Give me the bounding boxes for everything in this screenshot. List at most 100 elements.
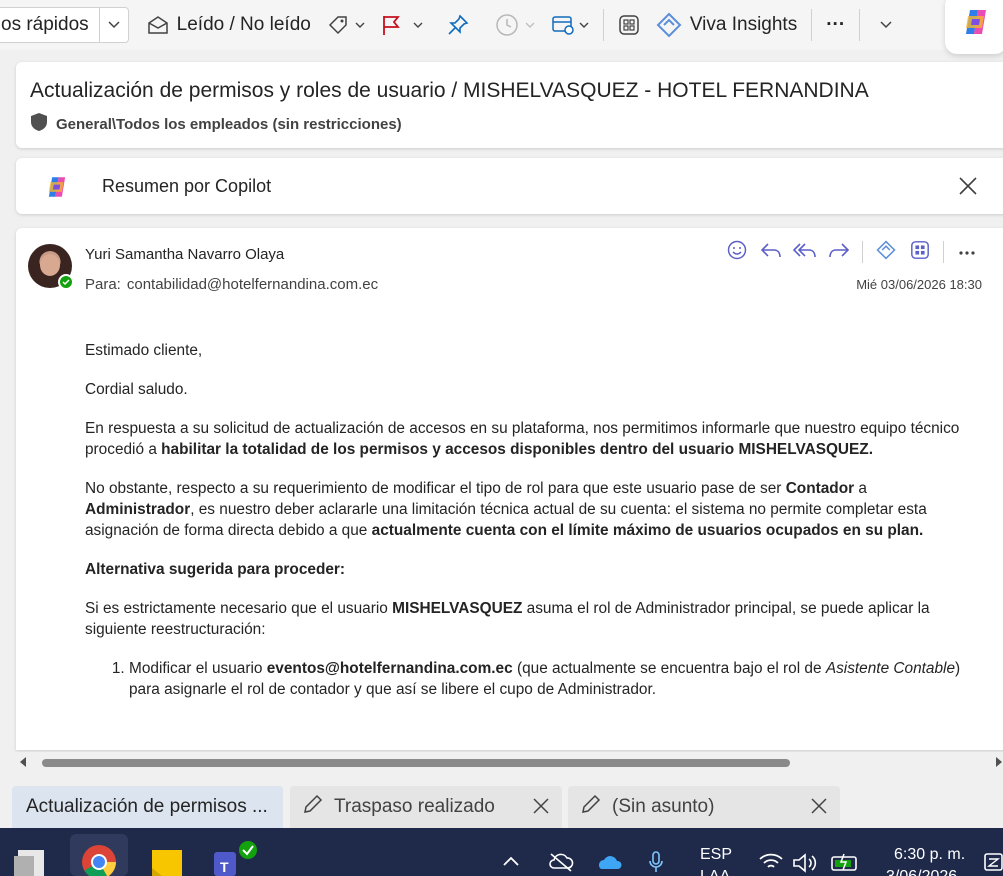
- quick-steps-dropdown[interactable]: os rápidos: [0, 7, 129, 43]
- more-icon: [958, 243, 976, 261]
- shield-icon: [30, 112, 56, 136]
- notification-icon[interactable]: [984, 852, 1003, 876]
- chevron-down-icon: [355, 22, 365, 29]
- apps-button[interactable]: [610, 7, 648, 43]
- forward-icon: [828, 241, 850, 264]
- more-icon: ···: [826, 14, 846, 35]
- quick-steps-label: os rápidos: [0, 8, 100, 42]
- tag-icon: [327, 14, 349, 36]
- chevron-down-icon: [413, 22, 423, 29]
- clock-time[interactable]: 6:30 p. m.: [894, 846, 965, 864]
- scroll-right-icon[interactable]: [996, 757, 1002, 767]
- close-icon[interactable]: [810, 797, 828, 821]
- presence-available-icon: [58, 274, 74, 290]
- ribbon-toolbar: os rápidos Leído / No leído Viva Insight…: [0, 0, 1003, 54]
- wifi-icon[interactable]: [758, 850, 784, 876]
- battery-charging-icon[interactable]: [830, 852, 860, 876]
- section-heading: Alternativa sugerida para proceder:: [85, 559, 975, 580]
- pin-icon: [447, 14, 469, 36]
- clock-icon: [495, 13, 519, 37]
- categorize-button[interactable]: [319, 7, 373, 43]
- viva-insights-button[interactable]: Viva Insights: [648, 7, 805, 43]
- forward-button[interactable]: [822, 240, 856, 264]
- greeting: Estimado cliente,: [85, 342, 203, 359]
- sticky-notes-icon[interactable]: [150, 848, 184, 876]
- close-icon[interactable]: [958, 176, 978, 201]
- reply-icon: [760, 241, 782, 264]
- reply-button[interactable]: [754, 240, 788, 264]
- copilot-icon: [960, 6, 992, 43]
- pencil-icon: [580, 793, 602, 821]
- flag-icon: [381, 14, 401, 36]
- scroll-left-icon[interactable]: [20, 757, 26, 767]
- salutation: Cordial saludo.: [85, 381, 188, 398]
- reply-all-button[interactable]: [788, 240, 822, 264]
- snooze-button[interactable]: [487, 7, 543, 43]
- username-bold: MISHELVASQUEZ: [392, 600, 523, 617]
- pin-button[interactable]: [439, 7, 477, 43]
- list-item-email: eventos@hotelfernandina.com.ec: [266, 660, 513, 677]
- apps-grid-icon: [910, 240, 930, 265]
- volume-icon[interactable]: [792, 852, 820, 876]
- sensitivity-label[interactable]: General\Todos los empleados (sin restric…: [30, 112, 402, 136]
- expand-ribbon-button[interactable]: [872, 7, 900, 43]
- rules-icon: [551, 14, 575, 36]
- reply-all-icon: [792, 241, 817, 264]
- scrollbar-thumb[interactable]: [42, 759, 790, 767]
- sensitivity-text: General\Todos los empleados (sin restric…: [56, 115, 402, 133]
- to-prefix: Para:: [85, 276, 121, 293]
- avatar[interactable]: [28, 244, 74, 290]
- toolbar-divider: [602, 9, 604, 41]
- toolbar-divider: [811, 9, 813, 41]
- role-contador: Contador: [785, 480, 855, 497]
- pencil-icon: [302, 793, 324, 821]
- section-heading-text: Alternativa sugerida para proceder:: [85, 561, 346, 578]
- flag-button[interactable]: [373, 7, 431, 43]
- cloud-offline-icon[interactable]: [548, 852, 574, 876]
- windows-taskbar: T ESP LAA 6:30 p. m. 3/06/2026: [0, 828, 1003, 876]
- teams-icon[interactable]: T: [212, 840, 258, 876]
- more-actions-button[interactable]: [950, 240, 984, 264]
- chevron-down-icon[interactable]: [100, 21, 128, 29]
- paragraph-1-bold: habilitar la totalidad de los permisos y…: [161, 441, 873, 458]
- actions-divider: [943, 241, 944, 263]
- clock-date[interactable]: 3/06/2026: [886, 868, 957, 876]
- sender-name[interactable]: Yuri Samantha Navarro Olaya: [85, 246, 284, 263]
- draft-tabs: Actualización de permisos ... Traspaso r…: [0, 786, 1003, 828]
- read-unread-button[interactable]: Leído / No leído: [139, 7, 319, 43]
- copilot-button[interactable]: [945, 0, 1003, 54]
- chevron-down-icon: [880, 21, 892, 29]
- chevron-down-icon: [579, 22, 589, 29]
- message-date: Mié 03/06/2026 18:30: [856, 277, 982, 292]
- tab-draft-1[interactable]: Actualización de permisos ...: [12, 786, 283, 828]
- copilot-summary-card[interactable]: Resumen por Copilot: [16, 158, 1003, 214]
- more-options-button[interactable]: ···: [818, 7, 853, 43]
- role-administrador: Administrador: [85, 501, 191, 518]
- onedrive-icon[interactable]: [596, 854, 622, 875]
- close-icon[interactable]: [532, 797, 550, 821]
- paragraph-1: En respuesta a su solicitud de actualiza…: [85, 418, 975, 460]
- show-hidden-icons-icon[interactable]: [502, 854, 520, 872]
- language-indicator[interactable]: ESP: [700, 846, 732, 864]
- tab-label: (Sin asunto): [612, 796, 715, 817]
- apps-action[interactable]: [903, 240, 937, 264]
- actions-divider: [862, 241, 863, 263]
- paragraph-3: Si es estrictamente necesario que el usu…: [85, 598, 975, 640]
- read-unread-label: Leído / No leído: [176, 14, 311, 35]
- rules-button[interactable]: [543, 7, 597, 43]
- viva-insights-action[interactable]: [869, 239, 903, 264]
- paragraph-2-bold: actualmente cuenta con el límite máximo …: [371, 522, 924, 539]
- paragraph-3-text: Si es estrictamente necesario que el usu…: [85, 600, 393, 617]
- subject-title: Actualización de permisos y roles de usu…: [30, 79, 869, 102]
- horizontal-scrollbar[interactable]: [16, 752, 1003, 774]
- file-explorer-icon[interactable]: [14, 846, 48, 876]
- microphone-icon[interactable]: [648, 850, 664, 876]
- react-button[interactable]: [720, 240, 754, 264]
- chevron-down-icon: [525, 22, 535, 29]
- tab-draft-3[interactable]: (Sin asunto): [568, 786, 840, 828]
- chrome-taskbar-button[interactable]: [70, 834, 128, 876]
- message-body: Estimado cliente, Cordial saludo. En res…: [85, 340, 975, 700]
- message-card: Yuri Samantha Navarro Olaya Para: contabi…: [16, 228, 1003, 750]
- recipient-address[interactable]: contabilidad@hotelfernandina.com.ec: [127, 276, 378, 293]
- tab-draft-2[interactable]: Traspaso realizado: [290, 786, 562, 828]
